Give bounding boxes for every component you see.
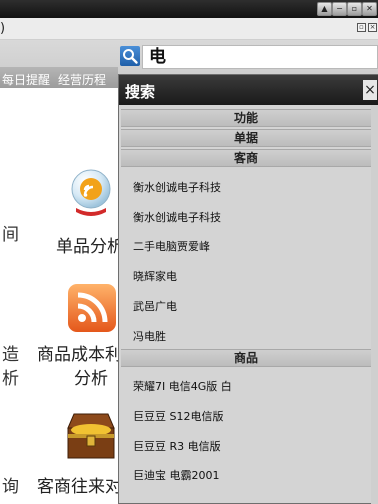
menu-fragment: ) — [0, 21, 6, 36]
icon-label-product-cost[interactable]: 商品成本利 — [37, 340, 122, 365]
menu-bar: ) ▫ × — [0, 18, 378, 40]
list-item[interactable]: 晓辉家电 — [133, 268, 177, 284]
section-header-functions: 功能 — [121, 109, 371, 127]
left-fragment-2: 造 — [2, 345, 19, 365]
close-icon[interactable]: × — [363, 80, 377, 100]
treasure-chest-icon[interactable] — [62, 410, 120, 462]
mdi-close-icon[interactable]: × — [368, 23, 377, 32]
icon-label-analysis[interactable]: 分析 — [74, 364, 108, 389]
icon-label-single-product-analysis[interactable]: 单品分析 — [56, 232, 124, 257]
search-popup: 搜索 × 功能 单据 客商 衡水创诚电子科技 衡水创诚电子科技 二手电脑贾爱峰 … — [118, 74, 378, 504]
section-header-products: 商品 — [121, 349, 371, 367]
toolbar-link-business-history[interactable]: 经营历程 — [58, 71, 106, 88]
left-fragment-3: 析 — [2, 369, 19, 389]
list-item[interactable]: 二手电脑贾爱峰 — [133, 238, 210, 254]
up-arrow-icon[interactable]: ▲ — [317, 2, 332, 16]
search-icon[interactable] — [120, 46, 140, 66]
left-fragment-1: 间 — [2, 225, 19, 245]
icon-label-customer-account[interactable]: 客商往来对 — [37, 472, 122, 497]
close-button[interactable]: ✕ — [362, 2, 377, 16]
list-item[interactable]: 冯电胜 — [133, 328, 166, 344]
popup-scroll-track[interactable] — [371, 105, 378, 504]
mdi-restore-icon[interactable]: ▫ — [357, 23, 366, 32]
list-item[interactable]: 巨豆豆 S12电信版 — [133, 408, 223, 424]
left-fragment-4: 询 — [2, 477, 19, 497]
list-item[interactable]: 武邑广电 — [133, 298, 177, 314]
list-item[interactable]: 衡水创诚电子科技 — [133, 209, 221, 225]
list-item[interactable]: 巨豆豆 R3 电信版 — [133, 438, 221, 454]
list-item[interactable]: 衡水创诚电子科技 — [133, 179, 221, 195]
crystal-ball-icon[interactable] — [66, 168, 116, 218]
toolbar-link-daily-reminder[interactable]: 每日提醒 — [2, 71, 50, 88]
section-header-documents: 单据 — [121, 129, 371, 147]
maximize-button[interactable]: ▫ — [347, 2, 362, 16]
section-header-customers: 客商 — [121, 149, 371, 167]
title-bar: ▲ − ▫ ✕ — [0, 0, 378, 18]
list-item[interactable]: 荣耀7I 电信4G版 白 — [133, 378, 232, 394]
list-item[interactable]: 巨迪宝 电霸2001 — [133, 467, 220, 483]
popup-title: 搜索 — [125, 83, 156, 101]
popup-header: 搜索 — [119, 75, 378, 105]
rss-icon[interactable] — [66, 282, 118, 334]
search-input[interactable]: 电 — [142, 45, 378, 69]
minimize-button[interactable]: − — [332, 2, 347, 16]
